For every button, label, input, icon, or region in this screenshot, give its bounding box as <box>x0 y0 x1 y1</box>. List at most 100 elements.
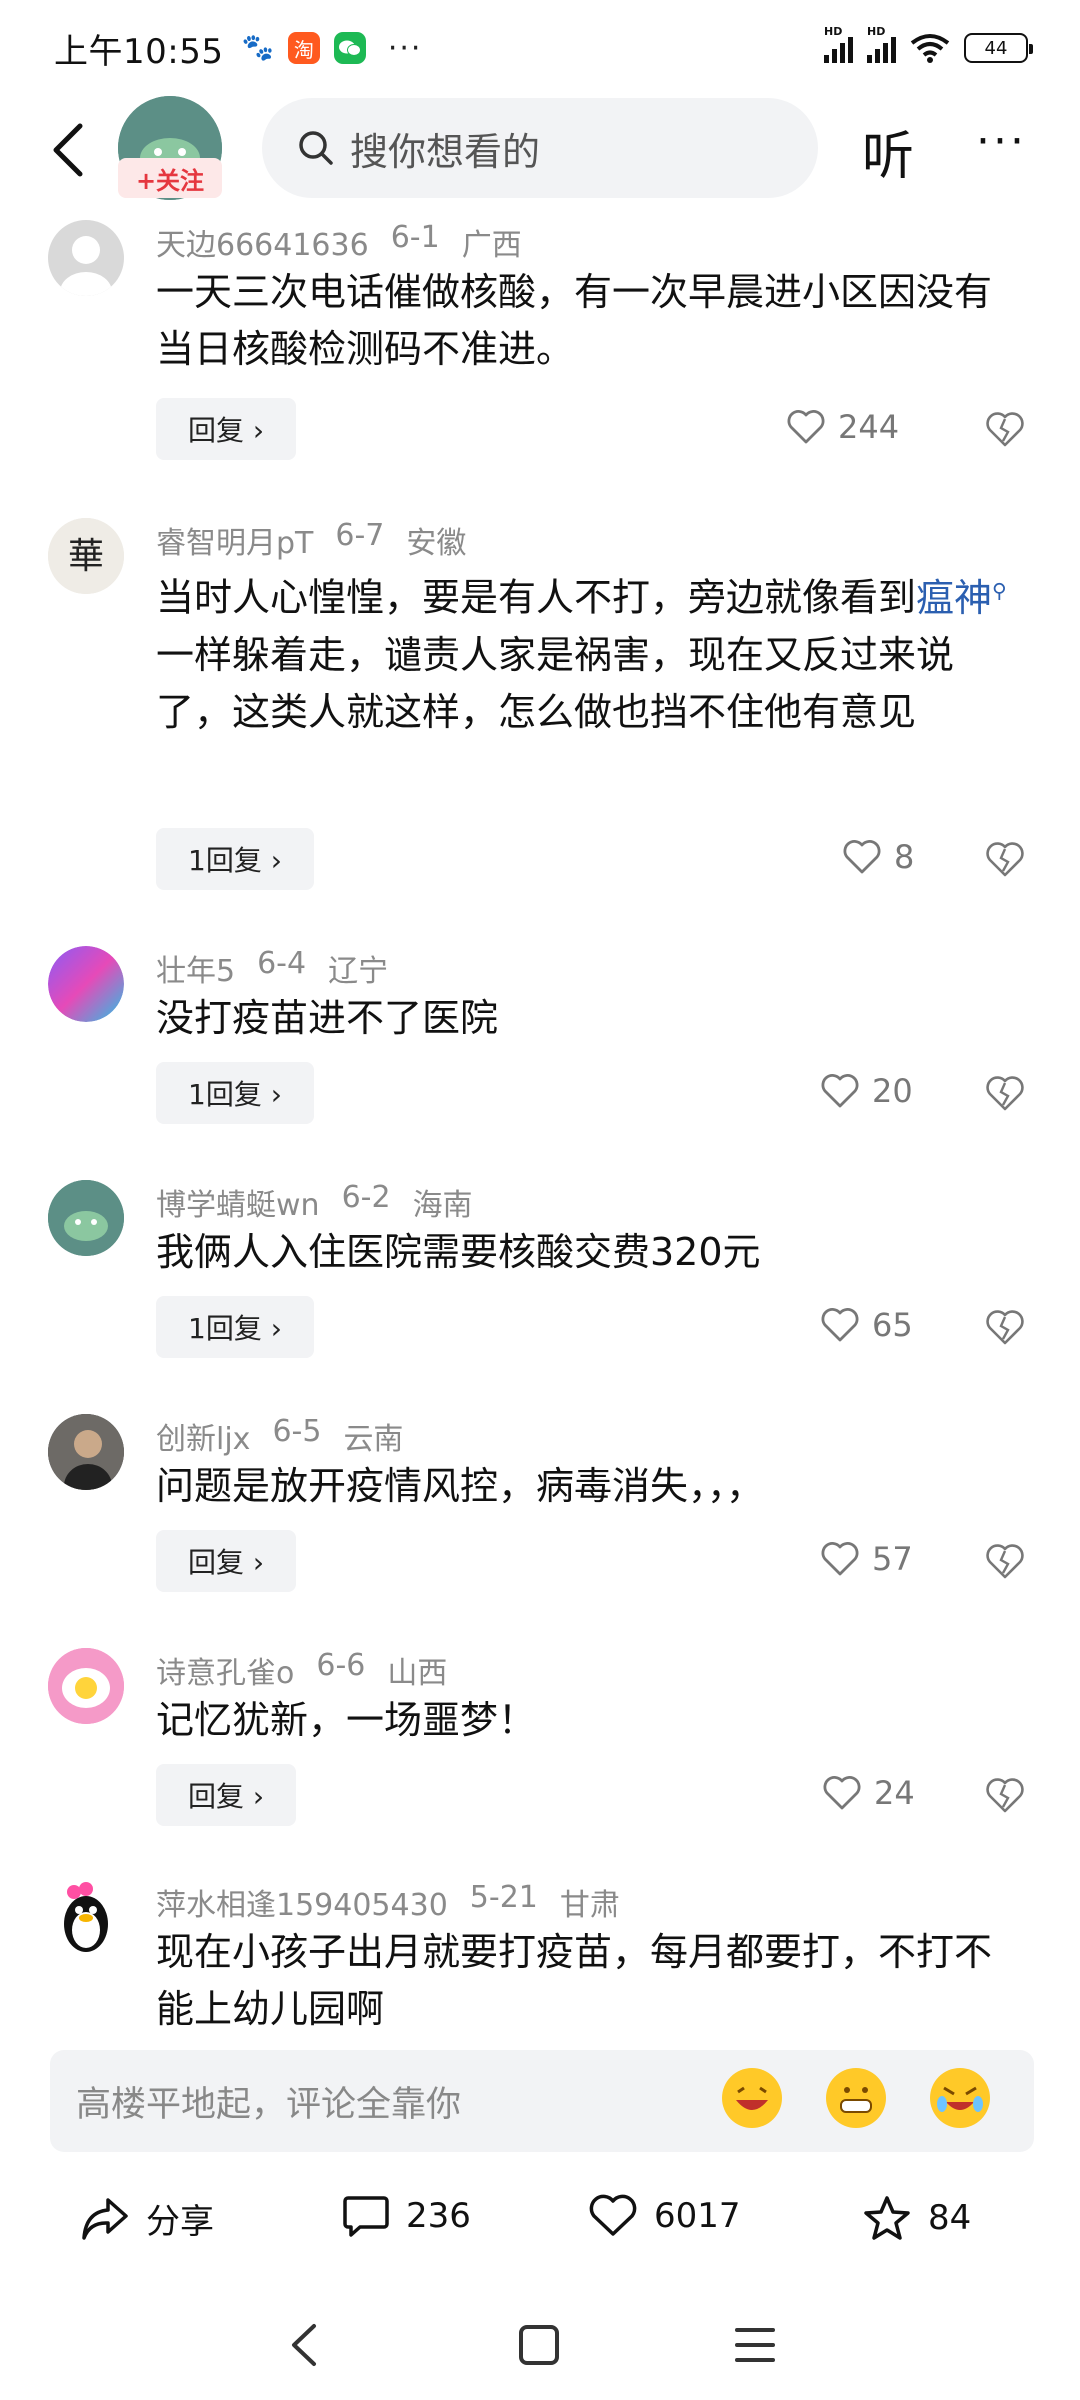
user-avatar[interactable] <box>48 1414 124 1490</box>
reply-button[interactable]: 1回复 › <box>156 828 314 890</box>
comment-text: 没打疫苗进不了医院 <box>156 996 499 1040</box>
comment-region: 甘肃 <box>559 1888 620 1923</box>
search-placeholder: 搜你想看的 <box>350 129 541 174</box>
share-button[interactable]: 分享 <box>80 2194 214 2243</box>
broken-heart-icon[interactable] <box>984 408 1026 450</box>
comment-text: 一天三次电话催做核酸，有一次早晨进小区因没有当日核酸检测码不准进。 <box>156 270 993 371</box>
listen-button[interactable]: 听 <box>862 114 914 189</box>
heart-icon <box>823 1776 861 1810</box>
rofl-emoji-icon[interactable] <box>930 2068 990 2128</box>
comment-username[interactable]: 睿智明月pT <box>156 518 313 562</box>
status-indicators: HD HD 44 <box>824 25 1033 63</box>
like-button[interactable]: 244 <box>786 408 899 446</box>
comment-username[interactable]: 萍水相逢159405430 <box>156 1880 448 1924</box>
broken-heart-icon[interactable] <box>984 1072 1026 1114</box>
star-icon <box>864 2196 910 2240</box>
more-notifications-icon: ··· <box>387 30 423 66</box>
comment-count: 236 <box>406 2196 471 2236</box>
comment-meta: 睿智明月pT 6-7 安徽 <box>156 518 466 562</box>
like-button[interactable]: 24 <box>822 1774 915 1812</box>
comment-text: 我俩人入住医院需要核酸交费320元 <box>156 1230 761 1274</box>
wifi-icon <box>910 34 950 63</box>
hd-label: HD <box>824 25 843 38</box>
user-avatar[interactable] <box>48 220 124 296</box>
user-avatar[interactable] <box>48 1180 124 1256</box>
user-avatar[interactable] <box>48 1880 124 1956</box>
reply-button[interactable]: 回复 › <box>156 398 297 460</box>
svg-text:華: 華 <box>68 536 104 577</box>
more-options-button[interactable]: ··· <box>976 116 1027 167</box>
like-post-count: 6017 <box>654 2196 741 2236</box>
heart-icon <box>843 840 881 874</box>
reply-button[interactable]: 1回复 › <box>156 1062 314 1124</box>
broken-heart-icon[interactable] <box>984 1540 1026 1582</box>
like-count: 8 <box>894 838 915 876</box>
like-button[interactable]: 20 <box>820 1072 913 1110</box>
comment-region: 云南 <box>343 1422 404 1457</box>
like-button[interactable]: 8 <box>842 838 914 876</box>
baidu-paw-icon: 🐾 <box>241 33 274 63</box>
reply-button[interactable]: 回复 › <box>156 1764 297 1826</box>
heart-icon <box>821 1074 859 1108</box>
nav-home-icon[interactable] <box>516 2322 562 2368</box>
battery-icon: 44 <box>964 33 1033 63</box>
broken-heart-icon[interactable] <box>984 1774 1026 1816</box>
laughing-emoji-icon[interactable] <box>722 2068 782 2128</box>
comment-icon <box>343 2196 389 2237</box>
comment-meta: 壮年5 6-4 辽宁 <box>156 946 388 990</box>
like-button[interactable]: 65 <box>820 1306 913 1344</box>
comment-item: 萍水相逢159405430 5-21 甘肃 现在小孩子出月就要打疫苗，每月都要打… <box>0 1880 1080 2040</box>
comment-username[interactable]: 天边66641636 <box>156 220 369 264</box>
comment-input[interactable]: 高楼平地起，评论全靠你 <box>50 2050 1034 2152</box>
like-count: 244 <box>838 408 900 446</box>
comment-date: 6-7 <box>335 518 385 553</box>
comment-date: 6-1 <box>390 220 440 255</box>
heart-icon <box>821 1308 859 1342</box>
like-count: 20 <box>872 1072 913 1110</box>
comment-meta: 创新ljx 6-5 云南 <box>156 1414 403 1458</box>
comment-region: 安徽 <box>406 526 467 561</box>
nav-back-icon[interactable] <box>284 2320 324 2370</box>
like-count: 24 <box>874 1774 915 1812</box>
comment-username[interactable]: 诗意孔雀o <box>156 1648 294 1692</box>
comment-meta: 博学蜻蜓wn 6-2 海南 <box>156 1180 473 1224</box>
broken-heart-icon[interactable] <box>984 1306 1026 1348</box>
status-time: 上午10:55 <box>54 31 224 72</box>
like-button[interactable]: 57 <box>820 1540 913 1578</box>
grinning-emoji-icon[interactable] <box>826 2068 886 2128</box>
share-icon <box>82 2197 128 2240</box>
user-avatar[interactable] <box>48 946 124 1022</box>
comment-username[interactable]: 博学蜻蜓wn <box>156 1180 320 1224</box>
search-icon <box>299 131 333 165</box>
comment-text: 记忆犹新，一场噩梦！ <box>156 1698 537 1742</box>
comment-username[interactable]: 创新ljx <box>156 1414 250 1458</box>
comment-date: 6-4 <box>257 946 307 981</box>
comment-text: 现在小孩子出月就要打疫苗，每月都要打，不打不能上幼儿园啊 <box>156 1930 993 2031</box>
comments-button[interactable]: 236 <box>342 2194 471 2238</box>
notification-icons: 🐾 淘 ··· <box>241 31 422 66</box>
like-count: 65 <box>872 1306 913 1344</box>
like-post-button[interactable]: 6017 <box>588 2194 741 2238</box>
follow-button[interactable]: +关注 <box>118 158 222 198</box>
comment-text: 问题是放开疫情风控，病毒消失，，， <box>156 1464 765 1508</box>
broken-heart-icon[interactable] <box>984 838 1026 880</box>
comment-region: 海南 <box>412 1188 473 1223</box>
favorite-button[interactable]: 84 <box>862 2194 971 2242</box>
reply-button[interactable]: 1回复 › <box>156 1296 314 1358</box>
comment-username[interactable]: 壮年5 <box>156 946 235 990</box>
nav-menu-icon[interactable] <box>732 2322 778 2368</box>
user-avatar[interactable] <box>48 1648 124 1724</box>
search-input[interactable]: 搜你想看的 <box>262 98 818 198</box>
reply-button[interactable]: 回复 › <box>156 1530 297 1592</box>
battery-level: 44 <box>984 37 1008 59</box>
comment-text: 当时人心惶惶，要是有人不打，旁边就像看到瘟神⚲ 一样躲着走，谴责人家是祸害，现在又… <box>156 562 1026 741</box>
action-bar: 分享 236 6017 84 <box>0 2166 1080 2276</box>
comment-text-part: 一样躲着走，谴责人家是祸害，现在又反过来说了，这类人就这样，怎么做也挡不住他有意… <box>156 632 955 734</box>
back-button[interactable] <box>40 118 96 182</box>
search-term-link[interactable]: 瘟神⚲ <box>916 576 1007 620</box>
top-nav: +关注 搜你想看的 听 ··· <box>0 96 1080 206</box>
wechat-icon <box>333 32 366 64</box>
user-avatar[interactable]: 華 <box>48 518 124 594</box>
heart-icon <box>589 2194 637 2236</box>
taobao-icon: 淘 <box>287 32 320 64</box>
